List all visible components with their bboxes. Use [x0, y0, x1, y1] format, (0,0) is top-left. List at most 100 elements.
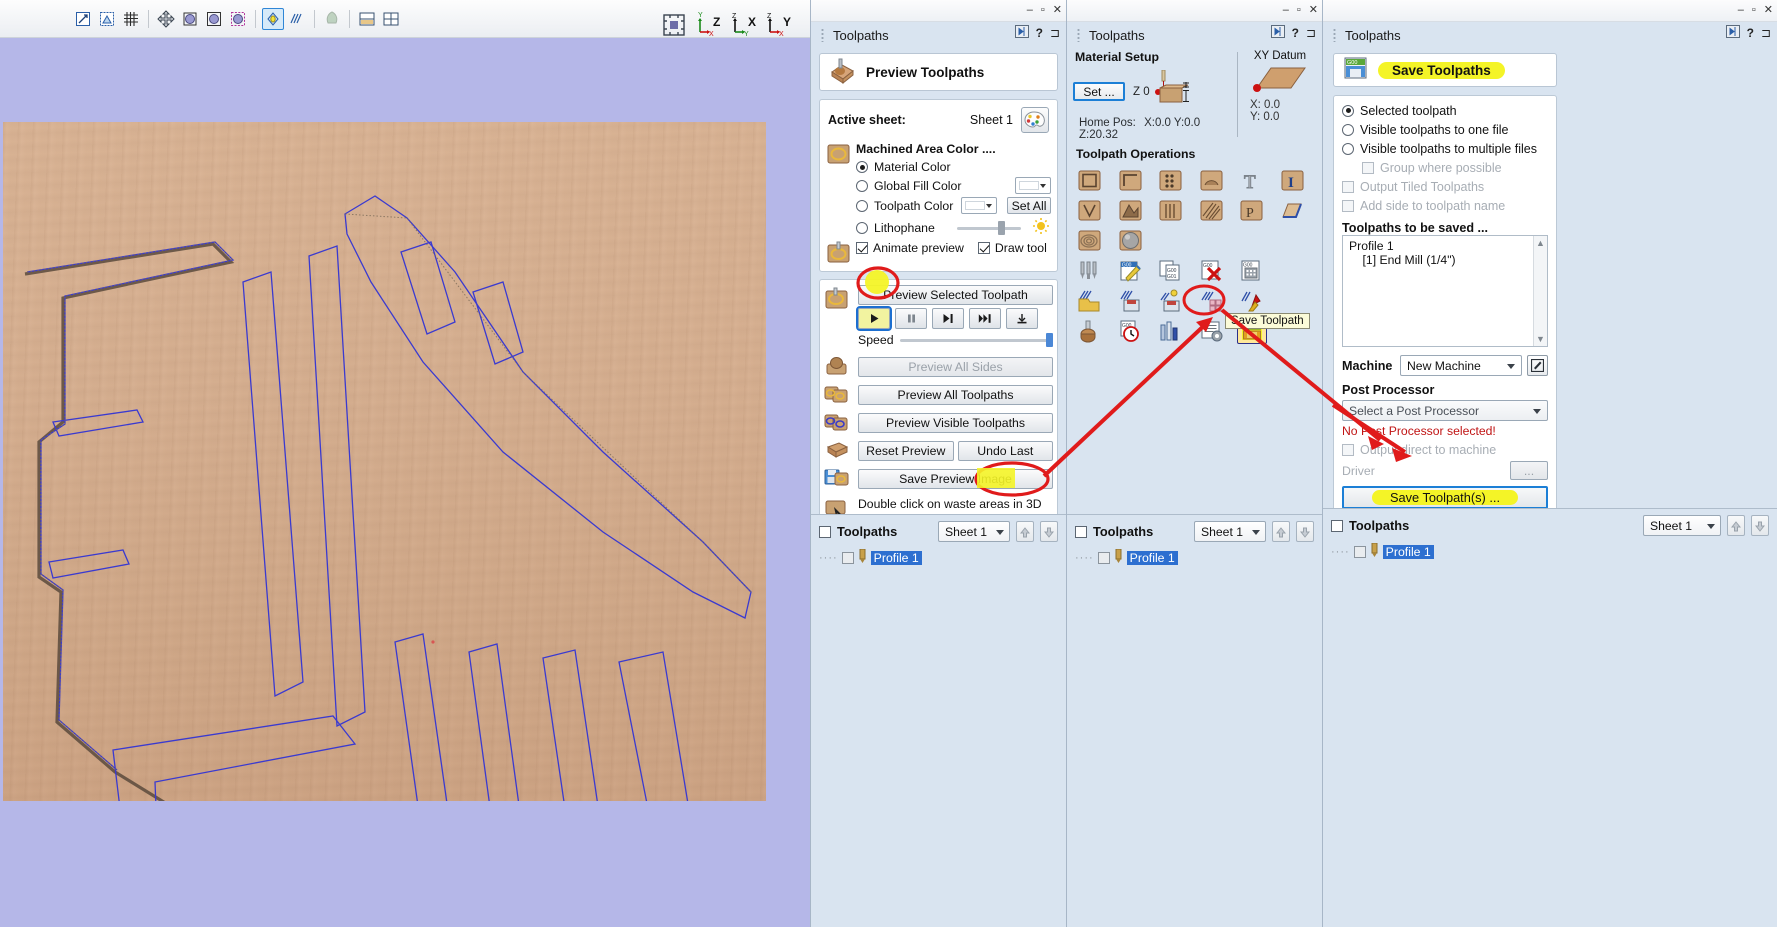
- selected-view-icon[interactable]: [227, 8, 249, 30]
- color-option-lithophane[interactable]: Lithophane: [856, 217, 1051, 238]
- profile-toolpath-icon[interactable]: [1075, 167, 1105, 194]
- save-window-controls[interactable]: – ▫ ✕: [1738, 3, 1773, 17]
- option-output-tiled[interactable]: Output Tiled Toolpaths: [1342, 177, 1548, 196]
- pin-icon[interactable]: ⊐: [1050, 26, 1060, 40]
- toolpaths-visibility-checkbox[interactable]: [1331, 519, 1343, 532]
- tree-item-checkbox[interactable]: [1097, 551, 1110, 564]
- radio-material-color[interactable]: [856, 161, 868, 173]
- pause-button[interactable]: [895, 308, 927, 329]
- toolpath-view-icon[interactable]: [286, 8, 308, 30]
- post-processor-combo[interactable]: Select a Post Processor: [1342, 400, 1548, 421]
- lithophane-slider[interactable]: [957, 220, 1021, 235]
- save-preview-image-button[interactable]: Save Preview Image: [858, 469, 1053, 489]
- toolpath-time-icon[interactable]: G00: [1116, 317, 1146, 344]
- restore-icon[interactable]: ▫: [1297, 4, 1301, 16]
- pin-icon[interactable]: ⊐: [1761, 26, 1771, 40]
- checkbox-output-direct[interactable]: [1342, 443, 1354, 456]
- option-add-side[interactable]: Add side to toolpath name: [1342, 196, 1548, 215]
- preview-selected-toolpath-button[interactable]: Preview Selected Toolpath: [858, 285, 1053, 305]
- option-selected-toolpath[interactable]: Selected toolpath: [1342, 101, 1548, 120]
- color-option-material[interactable]: Material Color: [856, 160, 1051, 174]
- restore-icon[interactable]: ▫: [1752, 4, 1756, 16]
- toolpath-stats-icon[interactable]: [1156, 317, 1186, 344]
- zoom-region-icon[interactable]: [96, 8, 118, 30]
- checkbox-output-tiled[interactable]: [1342, 180, 1354, 193]
- text-engrave-icon[interactable]: T: [1237, 167, 1267, 194]
- xy-datum-icon[interactable]: [1244, 62, 1316, 99]
- toolpath-color-picker[interactable]: [961, 197, 997, 214]
- minimize-icon[interactable]: –: [1738, 4, 1744, 16]
- close-window-icon[interactable]: ✕: [1309, 3, 1318, 16]
- axis-gizmo-zx2[interactable]: Z X Y: [766, 12, 792, 38]
- global-fill-color-picker[interactable]: [1015, 177, 1051, 194]
- option-group-where-possible[interactable]: Group where possible: [1342, 158, 1548, 177]
- help-icon[interactable]: ?: [1747, 26, 1754, 40]
- bottom-sheet-combo[interactable]: Sheet 1: [1643, 515, 1721, 536]
- toolpath-list-icon[interactable]: [1197, 317, 1227, 344]
- inlay-toolpath-icon[interactable]: I: [1278, 167, 1308, 194]
- 3d-rough-icon[interactable]: [1075, 227, 1105, 254]
- color-option-toolpath[interactable]: Toolpath Color Set All: [856, 197, 1051, 214]
- option-visible-multiple-files[interactable]: Visible toolpaths to multiple files: [1342, 139, 1548, 158]
- undo-last-button[interactable]: Undo Last: [957, 441, 1053, 461]
- multi-view-icon[interactable]: [380, 8, 402, 30]
- save-toolpath-group-icon[interactable]: [1116, 287, 1146, 314]
- restore-icon[interactable]: ▫: [1041, 4, 1045, 16]
- save-toolpath-tree-item[interactable]: ···· Profile 1: [1323, 540, 1777, 563]
- view-cube-icon[interactable]: [661, 12, 687, 38]
- color-option-global-fill[interactable]: Global Fill Color: [856, 177, 1051, 194]
- radio-visible-multiple-files[interactable]: [1342, 142, 1354, 155]
- pocket-toolpath-icon[interactable]: [1116, 167, 1146, 194]
- speed-slider[interactable]: [899, 333, 1053, 347]
- move-down-button[interactable]: [1751, 515, 1769, 536]
- move-up-button[interactable]: [1016, 521, 1034, 542]
- driver-browse-button[interactable]: ...: [1510, 461, 1548, 480]
- animate-preview-checkbox[interactable]: [856, 242, 868, 254]
- scroll-up-icon[interactable]: ▲: [1536, 238, 1545, 248]
- help-icon[interactable]: ?: [1292, 26, 1299, 40]
- save-toolpaths-button[interactable]: Save Toolpath(s) ...: [1342, 486, 1548, 509]
- isometric-view-icon[interactable]: [179, 8, 201, 30]
- set-all-button[interactable]: Set All: [1007, 197, 1051, 214]
- option-output-direct[interactable]: Output direct to machine: [1342, 440, 1548, 459]
- move-down-button[interactable]: [1040, 521, 1058, 542]
- radio-lithophane[interactable]: [856, 221, 868, 234]
- edit-gcode-icon[interactable]: G00: [1116, 257, 1146, 284]
- play-button[interactable]: [856, 306, 892, 331]
- move-down-button[interactable]: [1296, 521, 1314, 542]
- delete-toolpath-icon[interactable]: G00: [1197, 257, 1227, 284]
- fluting-toolpath-icon[interactable]: [1197, 167, 1227, 194]
- toolpaths-visibility-checkbox[interactable]: [819, 525, 831, 538]
- tree-item-checkbox[interactable]: [841, 551, 854, 564]
- drilling-toolpath-icon[interactable]: [1156, 167, 1186, 194]
- draw-tool-checkbox-row[interactable]: Draw tool: [977, 241, 1047, 255]
- move-up-button[interactable]: [1727, 515, 1745, 536]
- list-scrollbar[interactable]: ▲ ▼: [1533, 236, 1547, 346]
- edit-machine-icon[interactable]: [1527, 355, 1548, 376]
- help-icon[interactable]: ?: [1036, 26, 1043, 40]
- scroll-down-icon[interactable]: ▼: [1536, 334, 1545, 344]
- fast-forward-button[interactable]: [969, 308, 1001, 329]
- checkbox-group-where-possible[interactable]: [1362, 161, 1374, 174]
- auto-hide-left-icon[interactable]: [1014, 25, 1029, 41]
- moulding-toolpath-icon[interactable]: [1278, 197, 1308, 224]
- copy-toolpath-icon[interactable]: G00 G01: [1156, 257, 1186, 284]
- preview-toolpath-tree-item[interactable]: ···· Profile 1: [811, 546, 1066, 569]
- grid-icon[interactable]: [120, 8, 142, 30]
- radio-visible-one-file[interactable]: [1342, 123, 1354, 136]
- radio-selected-toolpath[interactable]: [1342, 104, 1354, 117]
- preview-window-controls[interactable]: – ▫ ✕: [1027, 3, 1062, 17]
- toolpaths-to-save-list[interactable]: Profile 1 [1] End Mill (1/4") ▲ ▼: [1342, 235, 1548, 347]
- two-view-icon[interactable]: [356, 8, 378, 30]
- reset-preview-button[interactable]: Reset Preview: [858, 441, 954, 461]
- minimize-icon[interactable]: –: [1283, 4, 1289, 16]
- animate-preview-checkbox-row[interactable]: Animate preview: [856, 241, 964, 255]
- tile-toolpath-icon[interactable]: [1197, 287, 1227, 314]
- machine-combo[interactable]: New Machine: [1400, 355, 1522, 376]
- pin-icon[interactable]: ⊐: [1306, 26, 1316, 40]
- toggle-3d-view-icon[interactable]: [262, 8, 284, 30]
- prism-carving-icon[interactable]: [1116, 197, 1146, 224]
- end-button[interactable]: [1006, 308, 1038, 329]
- minimize-icon[interactable]: –: [1027, 4, 1033, 16]
- plan-view-icon[interactable]: [203, 8, 225, 30]
